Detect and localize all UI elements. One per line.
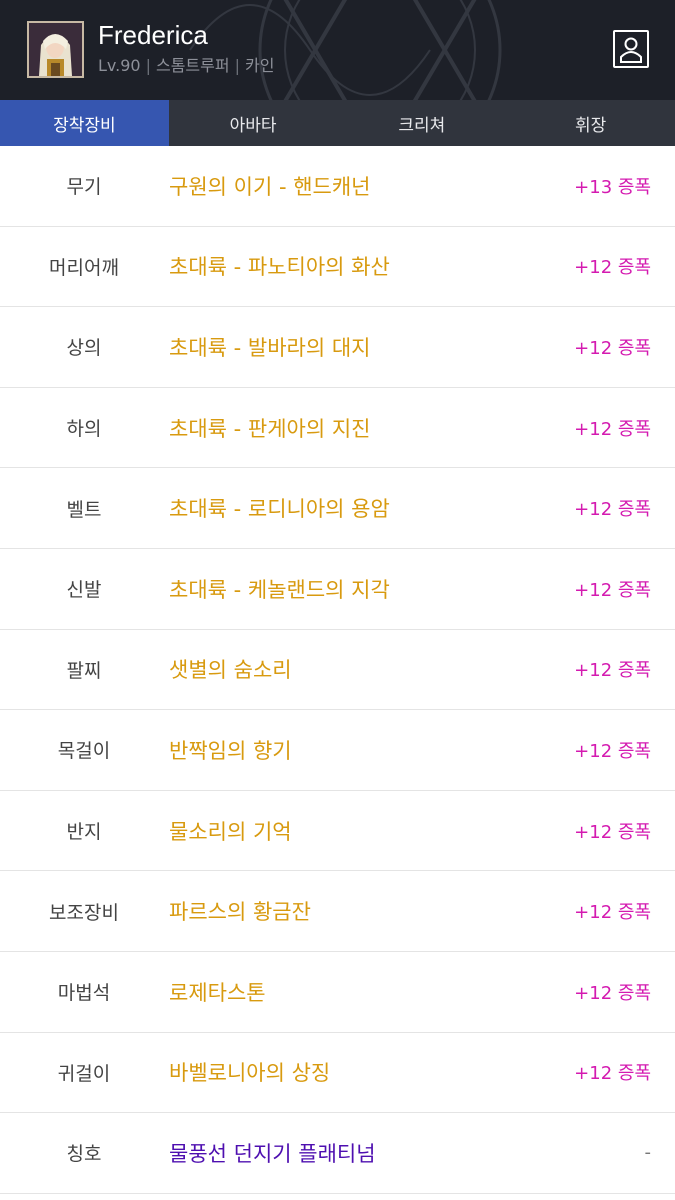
item-name[interactable]: 반짝임의 향기 bbox=[169, 710, 292, 790]
amplify-level: - bbox=[644, 1142, 652, 1164]
slot-label: 보조장비 bbox=[49, 901, 119, 924]
item-name[interactable]: 초대륙 - 파노티아의 화산 bbox=[169, 227, 390, 307]
slot-label: 무기 bbox=[66, 176, 102, 199]
equipment-row[interactable]: 벨트 초대륙 - 로디니아의 용암 +12 증폭 bbox=[0, 468, 675, 549]
slot-label: 팔찌 bbox=[66, 659, 102, 682]
equipment-row[interactable]: 무기 구원의 이기 - 핸드캐넌 +13 증폭 bbox=[0, 146, 675, 227]
equipment-row[interactable]: 신발 초대륙 - 케놀랜드의 지각 +12 증폭 bbox=[0, 548, 675, 630]
item-name[interactable]: 샛별의 숨소리 bbox=[169, 630, 292, 710]
amplify-level: +12 증폭 bbox=[574, 257, 651, 279]
slot-label: 칭호 bbox=[66, 1143, 102, 1166]
info-separator: | bbox=[145, 56, 151, 75]
item-name[interactable]: 초대륙 - 판게아의 지진 bbox=[169, 388, 370, 468]
amplify-level: +12 증폭 bbox=[574, 418, 651, 440]
amplify-level: +12 증폭 bbox=[574, 902, 651, 924]
item-name[interactable]: 구원의 이기 - 핸드캐넌 bbox=[169, 146, 370, 226]
equipment-row[interactable]: 머리어깨 초대륙 - 파노티아의 화산 +12 증폭 bbox=[0, 226, 675, 308]
item-name[interactable]: 로제타스톤 bbox=[169, 952, 266, 1032]
equipment-row[interactable]: 칭호 물풍선 던지기 플래티넘 - bbox=[0, 1113, 675, 1194]
slot-label: 마법석 bbox=[57, 982, 111, 1005]
equipment-row[interactable]: 보조장비 파르스의 황금잔 +12 증폭 bbox=[0, 871, 675, 952]
item-name[interactable]: 파르스의 황금잔 bbox=[169, 871, 311, 951]
slot-label: 귀걸이 bbox=[57, 1062, 111, 1085]
slot-label: 반지 bbox=[66, 821, 102, 844]
equipment-list: 무기 구원의 이기 - 핸드캐넌 +13 증폭 머리어깨 초대륙 - 파노티아의… bbox=[0, 146, 675, 1194]
item-name[interactable]: 초대륙 - 로디니아의 용암 bbox=[169, 468, 390, 548]
character-avatar[interactable] bbox=[27, 21, 84, 78]
amplify-level: +12 증폭 bbox=[574, 660, 651, 682]
equipment-row[interactable]: 귀걸이 바벨로니아의 상징 +12 증폭 bbox=[0, 1032, 675, 1114]
amplify-level: +12 증폭 bbox=[574, 982, 651, 1004]
character-info: Lv.90 | 스톰트루퍼 | 카인 bbox=[98, 55, 274, 77]
slot-label: 목걸이 bbox=[57, 740, 111, 763]
emblem-pattern-icon bbox=[189, 0, 502, 100]
amplify-level: +12 증폭 bbox=[574, 337, 651, 359]
info-separator: | bbox=[234, 56, 240, 75]
character-name: Frederica bbox=[98, 20, 208, 50]
amplify-level: +12 증폭 bbox=[574, 1063, 651, 1085]
tab-emblem[interactable]: 휘장 bbox=[506, 100, 675, 146]
amplify-level: +12 증폭 bbox=[574, 740, 651, 762]
equipment-row[interactable]: 팔찌 샛별의 숨소리 +12 증폭 bbox=[0, 629, 675, 711]
character-portrait-icon bbox=[29, 23, 82, 76]
tab-avatar[interactable]: 아바타 bbox=[169, 100, 338, 146]
profile-button[interactable] bbox=[613, 30, 649, 68]
equipment-row[interactable]: 상의 초대륙 - 발바라의 대지 +12 증폭 bbox=[0, 307, 675, 388]
tab-creature[interactable]: 크리쳐 bbox=[338, 100, 507, 146]
character-header: Frederica Lv.90 | 스톰트루퍼 | 카인 bbox=[0, 0, 675, 100]
item-name[interactable]: 초대륙 - 발바라의 대지 bbox=[169, 307, 370, 387]
slot-label: 하의 bbox=[66, 418, 102, 441]
slot-label: 상의 bbox=[66, 337, 102, 360]
category-tabs: 장착장비 아바타 크리쳐 휘장 bbox=[0, 100, 675, 146]
amplify-level: +12 증폭 bbox=[574, 579, 651, 601]
slot-label: 신발 bbox=[66, 579, 102, 602]
equipment-row[interactable]: 목걸이 반짝임의 향기 +12 증폭 bbox=[0, 710, 675, 791]
slot-label: 머리어깨 bbox=[49, 256, 119, 279]
item-name[interactable]: 초대륙 - 케놀랜드의 지각 bbox=[169, 549, 390, 629]
character-server: 카인 bbox=[244, 56, 275, 75]
slot-label: 벨트 bbox=[66, 498, 102, 521]
character-job: 스톰트루퍼 bbox=[155, 56, 230, 75]
equipment-row[interactable]: 마법석 로제타스톤 +12 증폭 bbox=[0, 951, 675, 1033]
item-name[interactable]: 물소리의 기억 bbox=[169, 791, 292, 871]
item-name[interactable]: 물풍선 던지기 플래티넘 bbox=[169, 1113, 376, 1193]
amplify-level: +12 증폭 bbox=[574, 821, 651, 843]
profile-card-icon bbox=[620, 37, 642, 63]
character-level: Lv.90 bbox=[98, 56, 141, 75]
equipment-row[interactable]: 반지 물소리의 기억 +12 증폭 bbox=[0, 790, 675, 872]
amplify-level: +13 증폭 bbox=[574, 176, 651, 198]
tab-equipment[interactable]: 장착장비 bbox=[0, 100, 169, 146]
item-name[interactable]: 바벨로니아의 상징 bbox=[169, 1033, 330, 1113]
equipment-row[interactable]: 하의 초대륙 - 판게아의 지진 +12 증폭 bbox=[0, 387, 675, 469]
amplify-level: +12 증폭 bbox=[574, 499, 651, 521]
